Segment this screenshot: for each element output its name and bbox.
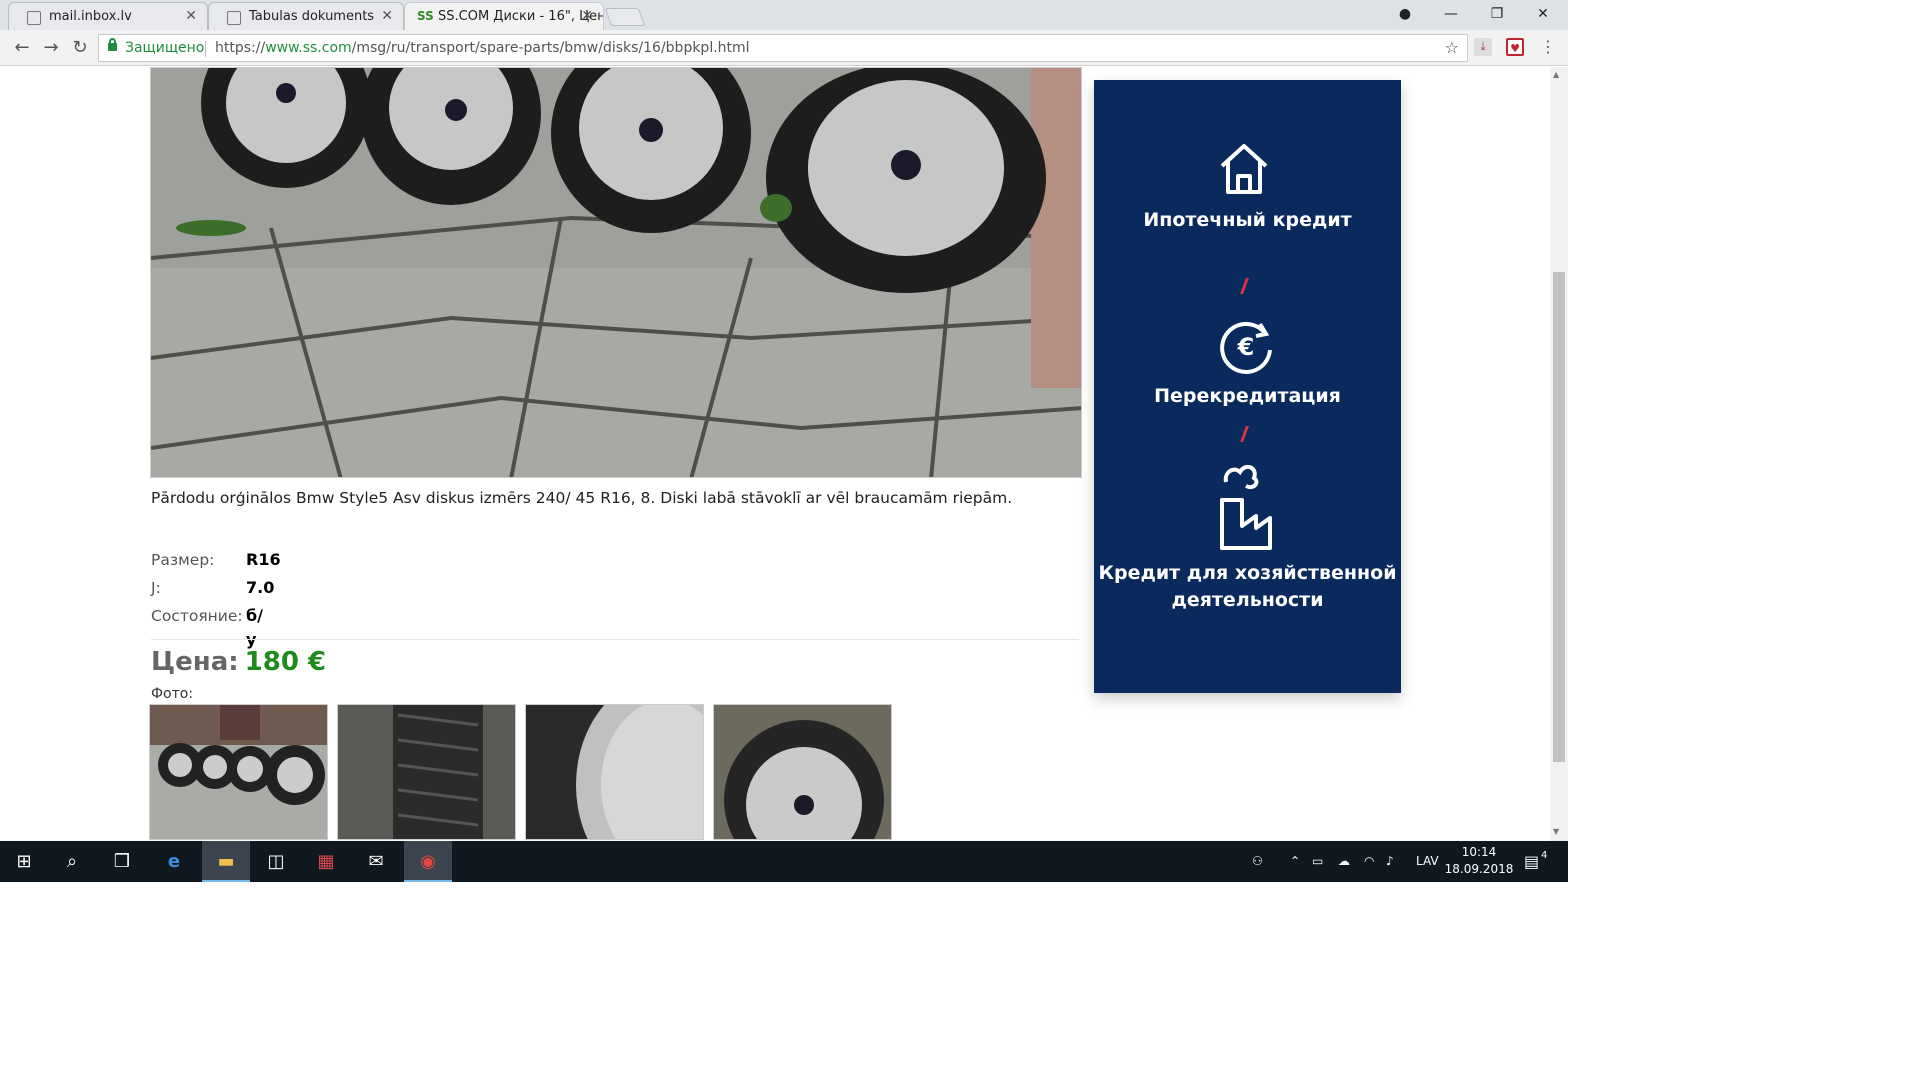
clock-date: 18.09.2018: [1444, 862, 1514, 876]
page-icon: [27, 11, 41, 25]
page-icon: [227, 11, 241, 25]
page-scrollbar[interactable]: ▲ ▼: [1550, 67, 1568, 841]
mail-icon[interactable]: ✉: [352, 841, 400, 882]
battery-icon[interactable]: ▭: [1312, 841, 1323, 882]
price: Цена: 180 €: [151, 647, 326, 677]
svg-text:€: €: [1237, 333, 1255, 361]
bookmark-star-icon[interactable]: ☆: [1445, 35, 1459, 61]
ss-favicon-icon: SS: [417, 9, 434, 23]
photo-thumbnail[interactable]: [713, 704, 892, 840]
minimize-button[interactable]: —: [1428, 0, 1474, 30]
url-text: https://www.ss.com/msg/ru/transport/spar…: [215, 40, 750, 56]
browser-toolbar: ← → ↻ Защищено https://www.ss.com/msg/ru…: [0, 30, 1568, 66]
scroll-up-icon[interactable]: ▲: [1553, 70, 1559, 79]
tab-title: Tabulas dokuments: [249, 9, 375, 24]
new-tab-button[interactable]: [604, 8, 646, 26]
profile-icon[interactable]: ●: [1382, 0, 1428, 30]
photo-thumbnail[interactable]: [525, 704, 704, 840]
menu-kebab-icon[interactable]: ⋮: [1540, 37, 1556, 56]
ad-divider: [1240, 426, 1249, 442]
restore-button[interactable]: ❐: [1474, 0, 1520, 30]
tab-tabulas[interactable]: Tabulas dokuments ✕: [208, 2, 404, 30]
people-icon[interactable]: ⚇: [1252, 841, 1263, 882]
attribute-value: 7.0: [246, 578, 275, 597]
divider: [151, 639, 1079, 640]
gift-app-icon[interactable]: ▦: [302, 841, 350, 882]
attribute-label: J:: [151, 579, 161, 597]
scrollbar-thumb[interactable]: [1553, 272, 1565, 762]
price-value: 180 €: [244, 647, 327, 677]
ad-divider: [1240, 278, 1249, 294]
tab-title: mail.inbox.lv: [49, 9, 132, 24]
price-label: Цена:: [151, 647, 239, 677]
tab-strip: mail.inbox.lv ✕ Tabulas dokuments ✕ SS S…: [0, 0, 1568, 30]
close-window-button[interactable]: ✕: [1520, 0, 1566, 30]
search-icon[interactable]: ⌕: [48, 841, 96, 882]
divider: [205, 41, 206, 57]
ad-refinance-label: Перекредитация: [1154, 385, 1341, 407]
attribute-label: Размер:: [151, 551, 215, 569]
show-hidden-icons-icon[interactable]: ⌃: [1290, 841, 1300, 882]
tab-ss-com[interactable]: SS SS.COM Диски - 16", Цен ✕: [404, 2, 604, 30]
attribute-value: R16: [246, 550, 281, 569]
tab-title: SS.COM Диски - 16", Цен: [438, 9, 604, 24]
onedrive-cloud-icon[interactable]: ☁: [1338, 841, 1350, 882]
wifi-icon[interactable]: ◠: [1364, 841, 1374, 882]
listing-description: Pārdodu orģinālos Bmw Style5 Asv diskus …: [151, 489, 1013, 507]
system-clock[interactable]: 10:14 18.09.2018: [1443, 844, 1515, 878]
scroll-down-icon[interactable]: ▼: [1553, 827, 1559, 836]
attribute-label: Состояние:: [151, 607, 243, 625]
clock-time: 10:14: [1461, 845, 1497, 859]
secure-label: Защищено: [125, 40, 205, 56]
close-tab-icon[interactable]: ✕: [185, 8, 197, 24]
factory-icon: [1220, 464, 1272, 550]
page-content: Pārdodu orģinālos Bmw Style5 Asv diskus …: [0, 67, 1550, 841]
store-icon[interactable]: ◫: [252, 841, 300, 882]
forward-arrow-icon[interactable]: →: [40, 37, 62, 59]
lock-icon: [108, 38, 117, 51]
edge-browser-icon[interactable]: e: [150, 841, 198, 882]
task-view-icon[interactable]: ❒: [98, 841, 146, 882]
photo-thumbnail[interactable]: [149, 704, 328, 840]
photo-thumbnail[interactable]: [337, 704, 516, 840]
windows-taskbar: ⊞ ⌕ ❒ e ▬ ◫ ▦ ✉ ◉ ⚇ ⌃ ▭ ☁ ◠ ♪ LAV 10:14 …: [0, 841, 1568, 882]
photos-label: Фото:: [151, 686, 194, 702]
tab-mail[interactable]: mail.inbox.lv ✕: [8, 2, 208, 30]
back-arrow-icon[interactable]: ←: [11, 37, 33, 59]
pdf-extension-icon[interactable]: ⤓: [1474, 38, 1492, 56]
ad-mortgage-label: Ипотечный кредит: [1143, 209, 1352, 231]
volume-icon[interactable]: ♪: [1386, 841, 1394, 882]
file-explorer-icon[interactable]: ▬: [202, 841, 250, 882]
house-icon: [1220, 144, 1268, 194]
close-tab-icon[interactable]: ✕: [381, 8, 393, 24]
main-photo[interactable]: [150, 67, 1082, 478]
reload-icon[interactable]: ↻: [69, 37, 91, 59]
input-language-indicator[interactable]: LAV: [1416, 841, 1439, 882]
pocket-extension-icon[interactable]: ♥: [1506, 38, 1524, 56]
notification-count-badge: 4: [1541, 850, 1548, 861]
attribute-value: б/у: [246, 606, 264, 649]
ad-business-label: Кредит для хозяйственной деятельности: [1098, 562, 1397, 611]
action-center-icon[interactable]: ▤: [1524, 841, 1539, 882]
address-bar[interactable]: Защищено https://www.ss.com/msg/ru/trans…: [98, 34, 1468, 62]
windows-start-icon[interactable]: ⊞: [0, 841, 48, 882]
chrome-icon[interactable]: ◉: [404, 841, 452, 882]
euro-refinance-icon: €: [1220, 321, 1272, 374]
bank-ad-banner[interactable]: Ипотечный кредит € Перекредитация Кредит…: [1094, 80, 1401, 693]
close-tab-icon[interactable]: ✕: [581, 8, 593, 24]
